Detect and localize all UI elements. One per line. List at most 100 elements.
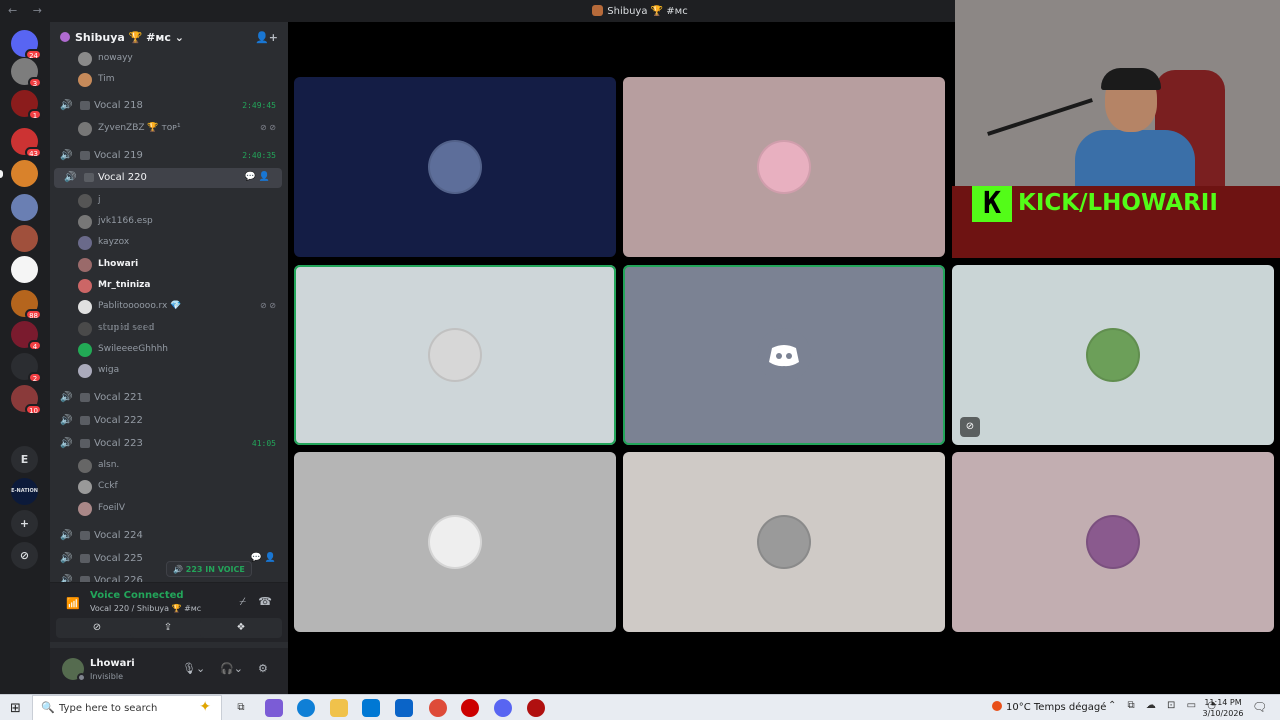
channel-name: Vocal 220 — [98, 172, 147, 183]
app-icon[interactable] — [461, 699, 479, 717]
voice-user[interactable]: nowayy — [50, 52, 288, 69]
username: kayzox — [98, 237, 130, 247]
server-icon-server-9[interactable]: 4 — [11, 321, 42, 351]
username: alsn. — [98, 460, 120, 470]
voice-user[interactable]: SwileeeeGhhhh — [50, 340, 288, 360]
voice-user[interactable]: Mr_tniniza — [50, 276, 288, 296]
noise-suppression-icon[interactable]: ⌿ — [239, 595, 246, 609]
channel-name: Vocal 226 — [94, 575, 143, 582]
search-placeholder: Type here to search — [59, 703, 158, 714]
server-icon-server-8[interactable]: 88 — [11, 290, 42, 320]
voice-channel[interactable]: 🔊 Vocal 219 2:40:35 — [50, 146, 288, 166]
store-icon[interactable] — [362, 699, 380, 717]
video-tile-4[interactable] — [294, 265, 616, 445]
channel-action-icons[interactable]: 💬 👤 — [251, 553, 276, 563]
speaker-icon: 🔊 — [60, 392, 73, 403]
voice-user[interactable]: kayzox — [50, 233, 288, 253]
notification-icon[interactable]: 🗨 — [1252, 700, 1267, 714]
server-icon-server-4[interactable] — [11, 160, 38, 187]
outlook-icon[interactable] — [395, 699, 413, 717]
server-icon-server-5[interactable] — [11, 194, 38, 221]
video-tile-7[interactable] — [294, 452, 616, 632]
server-icon-server-10[interactable]: 2 — [11, 353, 42, 383]
voice-channel[interactable]: 🔊 Vocal 223 41:05 — [50, 434, 288, 454]
speaker-icon: 🔊 — [60, 150, 73, 161]
voice-channel[interactable]: 🔊 Vocal 224 — [50, 526, 288, 546]
server-icon-server-2[interactable]: 1 — [11, 90, 42, 120]
video-tile-2[interactable] — [623, 77, 945, 257]
signal-icon[interactable]: 📶 — [66, 597, 80, 610]
mic-icon[interactable]: 🎙⌄ — [182, 662, 205, 675]
username: FoeilV — [98, 503, 126, 513]
camera-button[interactable]: ⊘ — [56, 618, 138, 638]
server-icon-e[interactable]: E — [11, 446, 38, 473]
chrome-icon[interactable] — [429, 699, 447, 717]
voice-count-tooltip: 🔊 223 IN VOICE — [166, 561, 252, 577]
taskbar-clock[interactable]: 11:14 PM 3/10/2026 — [1198, 697, 1248, 719]
server-icon-server-3[interactable]: 43 — [11, 128, 42, 158]
voice-channel[interactable]: 🔊 Vocal 222 — [50, 411, 288, 431]
voice-user[interactable]: alsn. — [50, 456, 288, 476]
voice-user[interactable]: Pablitoooooo.rx 💎 ⊘ ⊘ — [50, 297, 288, 317]
speaker-icon: 🔊 — [60, 438, 73, 449]
channel-action-icons[interactable]: 💬 👤 — [245, 172, 270, 182]
username: Cckf — [98, 481, 118, 491]
voice-user[interactable]: Lhowari — [50, 255, 288, 275]
task-view-icon[interactable]: ⧉ — [232, 699, 250, 717]
voice-user[interactable]: FoeilV — [50, 499, 288, 519]
video-tile-6[interactable]: ⊘ — [952, 265, 1274, 445]
voice-channel[interactable]: 🔊 Vocal 218 2:49:45 — [50, 96, 288, 116]
server-icon-server-6[interactable] — [11, 225, 38, 252]
voice-channel[interactable]: 🔊 Vocal 221 — [50, 388, 288, 408]
weather-widget[interactable]: 10°C Temps dégagé — [992, 701, 1106, 713]
voice-user[interactable]: Tim — [50, 70, 288, 90]
screenshare-button[interactable]: ⇪ — [130, 618, 206, 638]
mention-badge: 3 — [28, 77, 42, 88]
headphones-icon[interactable]: 🎧⌄ — [220, 662, 243, 675]
copilot-icon[interactable] — [265, 699, 283, 717]
explore-icon[interactable]: ⊘ — [11, 542, 38, 569]
window-title-text: Shibuya 🏆 #мс — [607, 6, 688, 17]
voice-user[interactable]: j — [50, 191, 288, 211]
taskbar-search[interactable]: 🔍 Type here to search ✦ — [32, 695, 222, 720]
server-icon-server-1[interactable]: 3 — [11, 58, 42, 88]
discord-taskbar-icon[interactable] — [494, 699, 512, 717]
voice-status[interactable]: Voice Connected — [90, 590, 184, 601]
disconnect-icon[interactable]: ☎ — [258, 595, 272, 608]
server-rail: 24 3 1 43 88 4 2 10 E E-NATION + ⊘ — [0, 22, 50, 694]
account-name[interactable]: Lhowari — [90, 658, 135, 669]
voice-user[interactable]: ZyvenZBZ 🏆 ᴛᴏᴘ¹ ⊘ ⊘ — [50, 119, 288, 139]
voice-user[interactable]: Cckf — [50, 477, 288, 497]
channel-list: nowayy Tim 🔊 Vocal 218 2:49:45 ZyvenZBZ 🏆 ᴛᴏᴘ… — [50, 52, 288, 582]
channel-icon — [80, 393, 90, 402]
activities-button[interactable]: ❖ — [200, 618, 282, 638]
video-tile-5[interactable] — [623, 265, 945, 445]
server-icon-server-11[interactable]: 10 — [11, 385, 42, 415]
channel-name: Vocal 222 — [94, 415, 143, 426]
server-icon-server-7[interactable] — [11, 256, 38, 283]
edge-icon[interactable] — [297, 699, 315, 717]
voice-channel[interactable]: 🔊 Vocal 220 💬 👤 — [54, 168, 282, 188]
avatar — [78, 279, 92, 293]
voice-location[interactable]: Vocal 220 / Shibuya 🏆 #мс — [90, 604, 201, 613]
video-tile-8[interactable] — [623, 452, 945, 632]
clock-time: 11:14 PM — [1204, 698, 1242, 707]
voice-user[interactable]: 𝕤𝕥𝕦𝕡𝕚𝕕 𝕤𝕖𝕖𝕕 — [50, 319, 288, 339]
windows-start-icon[interactable]: ⊞ — [10, 701, 21, 716]
add-server-icon[interactable]: + — [11, 510, 38, 537]
obs-icon[interactable] — [527, 699, 545, 717]
video-tile-1[interactable] — [294, 77, 616, 257]
voice-user[interactable]: jvk1166.esp — [50, 212, 288, 232]
avatar — [78, 364, 92, 378]
avatar — [78, 322, 92, 336]
server-header[interactable]: Shibuya 🏆 #мс ⌄ 👤+ — [50, 22, 288, 52]
server-icon-dm-home[interactable]: 24 — [11, 30, 42, 60]
channel-name: Vocal 224 — [94, 530, 143, 541]
voice-user[interactable]: wiga — [50, 361, 288, 381]
file-explorer-icon[interactable] — [330, 699, 348, 717]
invite-icon[interactable]: 👤+ — [255, 31, 278, 44]
explore-icon-label: ⊘ — [19, 549, 30, 562]
settings-gear-icon[interactable]: ⚙ — [258, 662, 268, 675]
server-icon-enation[interactable]: E-NATION — [11, 478, 38, 505]
video-tile-9[interactable] — [952, 452, 1274, 632]
